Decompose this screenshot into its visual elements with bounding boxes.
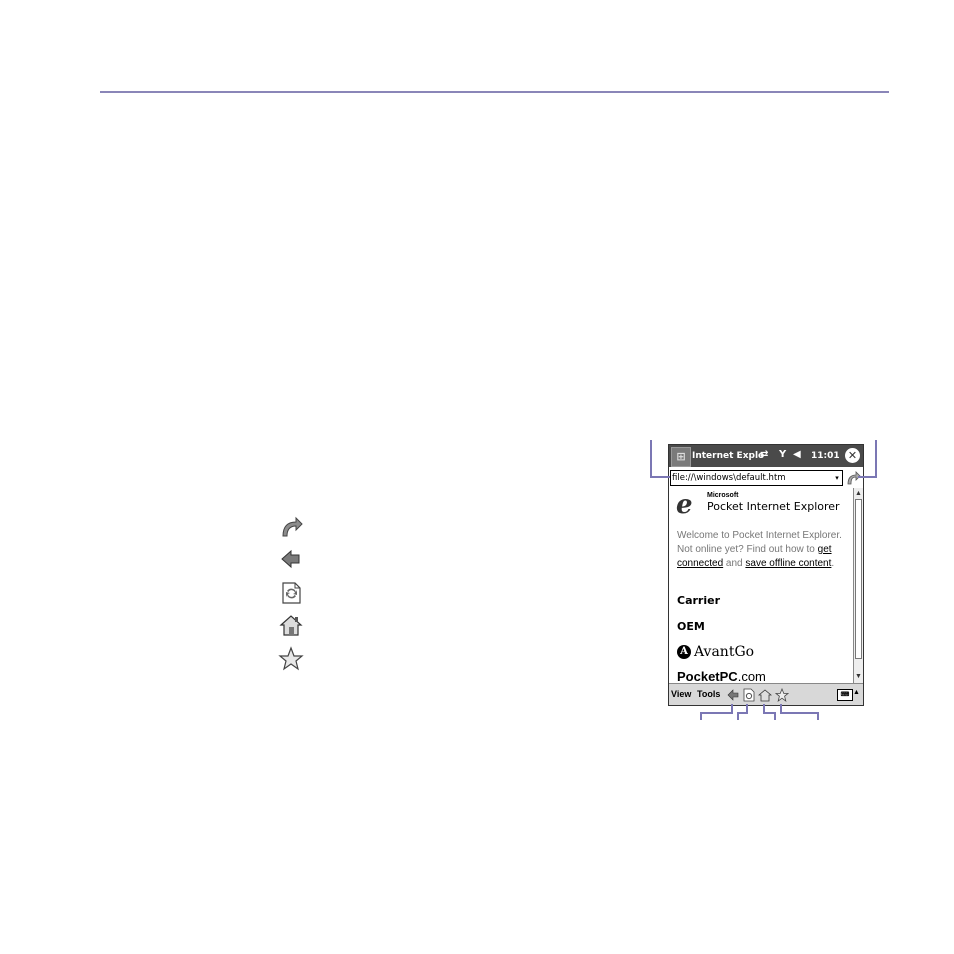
- save-offline-link[interactable]: save offline content: [745, 558, 831, 569]
- welcome-text: Welcome to Pocket Internet Explorer. Not…: [677, 529, 849, 571]
- refresh-icon[interactable]: [742, 688, 756, 702]
- scroll-up-icon[interactable]: ▲: [854, 489, 863, 498]
- callout-line-back: [731, 704, 733, 714]
- pocketpc-link[interactable]: PocketPC.com: [677, 669, 766, 683]
- scroll-down-icon[interactable]: ▼: [854, 672, 863, 681]
- close-button[interactable]: ✕: [845, 448, 860, 463]
- callout-line-back: [700, 712, 702, 720]
- go-icon: [282, 516, 303, 537]
- brand-small: Microsoft: [707, 492, 739, 499]
- start-menu-button[interactable]: ⊞: [671, 447, 691, 467]
- address-bar: file://\windows\default.htm ▾: [669, 468, 863, 488]
- app-title: Internet Explo: [692, 451, 765, 461]
- vertical-scrollbar[interactable]: ▲ ▼: [853, 488, 863, 683]
- sponsor-carrier[interactable]: Carrier: [677, 594, 720, 607]
- back-icon: [281, 549, 300, 569]
- page-content: e Microsoft Pocket Internet Explorer Wel…: [669, 488, 853, 683]
- keyboard-icon[interactable]: ⌨: [837, 689, 853, 701]
- sponsor-oem[interactable]: OEM: [677, 620, 705, 633]
- menu-bar: View Tools ⌨ ▲: [669, 683, 863, 705]
- callout-line-back: [700, 712, 733, 714]
- address-url: file://\windows\default.htm: [672, 473, 786, 483]
- menu-view[interactable]: View: [671, 689, 691, 699]
- callout-line-refresh: [737, 712, 739, 720]
- callout-line-favorites: [780, 712, 819, 714]
- go-icon[interactable]: [845, 470, 861, 486]
- header-rule: [100, 91, 889, 93]
- callout-line-home: [774, 712, 776, 720]
- callout-line-go: [875, 440, 877, 478]
- pocketpc-suffix: .com: [737, 669, 766, 683]
- title-bar: ⊞ Internet Explo ⇄ Y ◀ 11:01 ✕: [669, 445, 863, 467]
- callout-line-address: [650, 476, 670, 478]
- sync-icon[interactable]: ⇄: [760, 449, 768, 461]
- sip-toggle-icon[interactable]: ▲: [853, 689, 860, 696]
- signal-icon[interactable]: Y: [779, 449, 786, 461]
- callout-line-favorites: [817, 712, 819, 720]
- scroll-thumb[interactable]: [855, 499, 862, 659]
- brand-title: Pocket Internet Explorer: [707, 500, 840, 513]
- volume-icon[interactable]: ◀: [793, 449, 801, 461]
- favorites-icon[interactable]: [775, 688, 789, 702]
- home-icon[interactable]: [758, 688, 772, 702]
- address-input[interactable]: file://\windows\default.htm ▾: [670, 470, 843, 486]
- favorites-icon: [278, 646, 304, 671]
- avantgo-logo[interactable]: A AvantGo: [677, 644, 754, 660]
- pocketpc-screen: ⊞ Internet Explo ⇄ Y ◀ 11:01 ✕ file://\w…: [668, 444, 864, 706]
- welcome-text-part: .: [831, 558, 835, 569]
- chevron-down-icon[interactable]: ▾: [832, 471, 842, 485]
- callout-line-go: [858, 476, 877, 478]
- welcome-text-part: and: [723, 558, 746, 569]
- avantgo-label: AvantGo: [694, 644, 755, 660]
- back-icon[interactable]: [726, 688, 740, 702]
- home-icon: [279, 615, 303, 636]
- callout-line-refresh: [746, 704, 748, 714]
- callout-line-address: [650, 440, 652, 478]
- ie-logo: e: [676, 490, 693, 520]
- pocketpc-bold: PocketPC: [677, 669, 738, 683]
- refresh-icon: [282, 582, 301, 604]
- avantgo-badge: A: [677, 645, 691, 659]
- menu-tools[interactable]: Tools: [697, 689, 720, 699]
- clock[interactable]: 11:01: [811, 451, 840, 461]
